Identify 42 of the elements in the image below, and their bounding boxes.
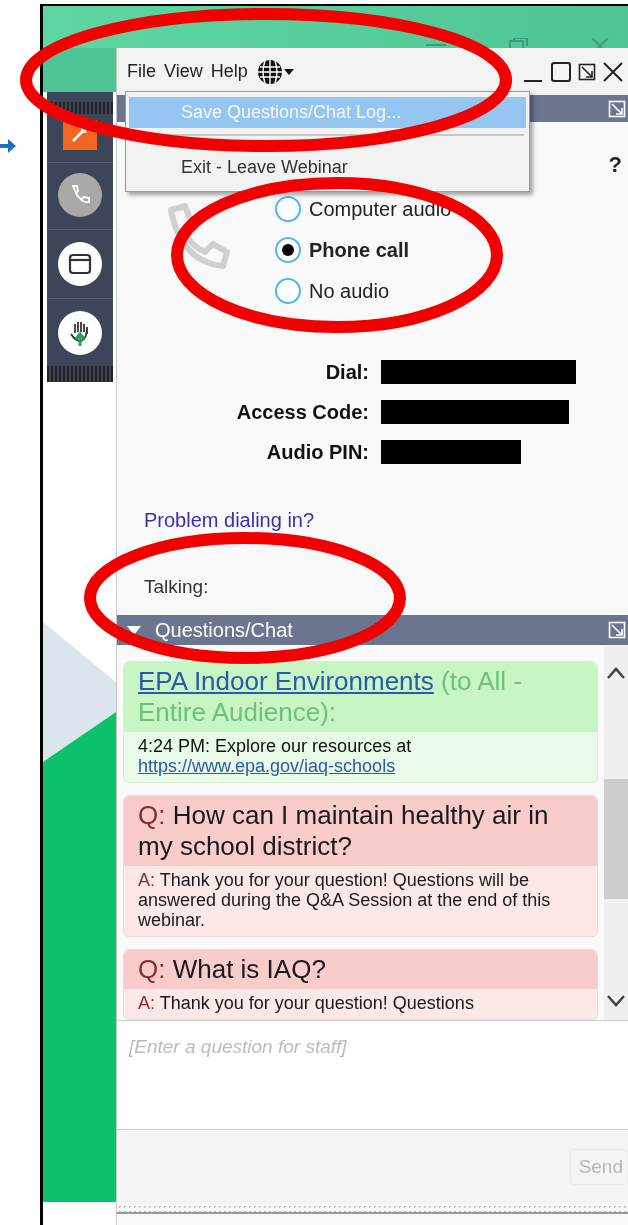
caret-icon xyxy=(283,68,294,75)
phone-button[interactable] xyxy=(58,173,102,217)
collapse-caret-icon[interactable] xyxy=(127,625,141,635)
talking-label: Talking: xyxy=(144,575,209,599)
detail-label: Access Code: xyxy=(235,400,369,425)
answer-text: A: Thank you for your question! Questions xyxy=(138,993,474,1013)
detail-label: Audio PIN: xyxy=(265,440,369,465)
question-text: Q: What is IAQ? xyxy=(138,954,326,984)
radio-button[interactable] xyxy=(275,236,301,263)
help-icon[interactable]: ? xyxy=(608,148,622,181)
radio-label: No audio xyxy=(309,278,390,304)
pencil-icon xyxy=(71,127,89,143)
resource-link[interactable]: https://www.epa.gov/iaq-schools xyxy=(138,756,396,776)
scroll-up-icon[interactable] xyxy=(607,667,625,679)
globe-icon xyxy=(255,57,284,86)
scroll-down-icon[interactable] xyxy=(607,995,625,1007)
window-icon xyxy=(68,253,92,275)
menu-option[interactable]: Exit - Leave Webinar xyxy=(129,152,526,183)
chat-title: Questions/Chat xyxy=(155,618,293,643)
menu-item[interactable]: Help xyxy=(210,58,248,85)
message-text: 4:24 PM: Explore our resources at xyxy=(138,736,412,756)
popout-icon[interactable] xyxy=(578,62,596,81)
menu-item[interactable]: File xyxy=(127,58,156,85)
resize-grip[interactable] xyxy=(117,1204,628,1214)
radio-label: Phone call xyxy=(309,237,410,263)
radio-button[interactable] xyxy=(275,195,301,222)
window-button[interactable] xyxy=(58,242,102,286)
question-input[interactable]: [Enter a question for staff] xyxy=(117,1020,628,1130)
arrow-icon xyxy=(0,137,16,155)
question-text: Q: How can I maintain healthy air in my school district? xyxy=(138,800,549,861)
answer-text: A: Thank you for your question! Questions will be answered during the Q&A Session at the end of this webinar. xyxy=(138,870,551,930)
radio-button[interactable] xyxy=(275,277,301,304)
sender-link[interactable]: EPA Indoor Environments xyxy=(138,666,434,696)
problem-dialing-link[interactable]: Problem dialing in? xyxy=(144,505,315,535)
scrollbar[interactable] xyxy=(604,645,628,1020)
close-icon[interactable] xyxy=(602,60,624,83)
maximize-icon[interactable] xyxy=(550,60,572,83)
menu-item[interactable]: View xyxy=(164,58,203,85)
raise-hand-button[interactable] xyxy=(58,311,102,355)
language-menu[interactable] xyxy=(255,57,294,86)
grip-handle[interactable] xyxy=(47,366,113,382)
detail-label: Dial: xyxy=(324,360,369,385)
